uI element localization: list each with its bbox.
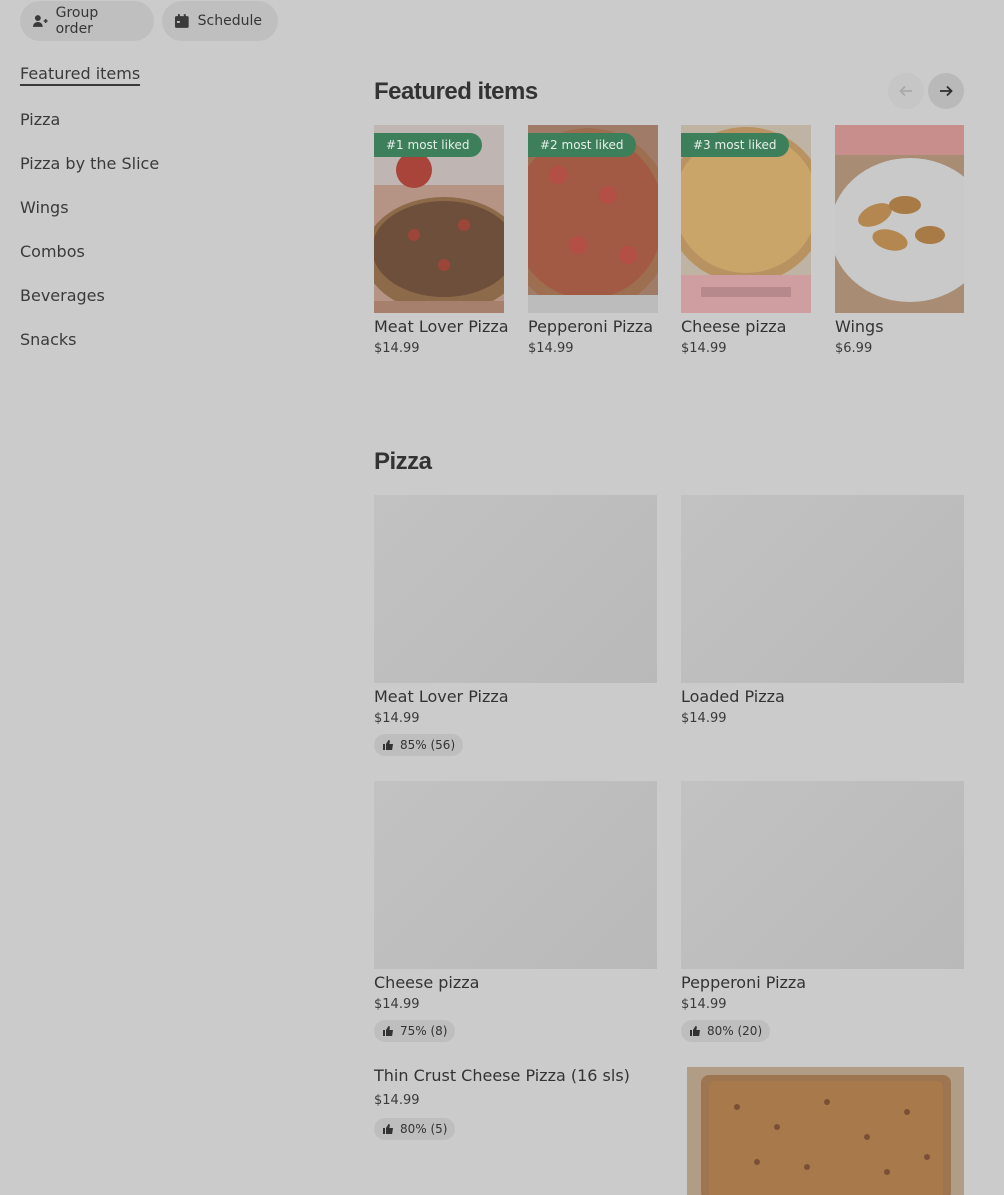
add-person-icon [32,15,48,27]
featured-item-card[interactable]: Wings $6.99 [835,125,964,356]
wings-photo [835,125,964,313]
rating-chip: 75% (8) [374,1020,456,1042]
pizza-section-title: Pizza [374,448,432,475]
menu-item-card[interactable]: Thin Crust Cheese Pizza (16 sls) $14.99 … [374,1066,674,1140]
most-liked-badge: #2 most liked [528,133,636,157]
sidebar-item-featured-items[interactable]: Featured items [20,64,141,86]
item-image-placeholder [681,781,964,969]
sidebar-item-pizza-by-the-slice[interactable]: Pizza by the Slice [20,154,159,173]
thumbs-up-icon [383,1026,393,1036]
arrow-left-icon [899,85,912,97]
item-name: Meat Lover Pizza [374,317,509,336]
item-price: $14.99 [374,711,420,726]
schedule-label: Schedule [197,13,262,29]
thin-crust-pizza-photo [687,1067,964,1195]
most-liked-badge: #1 most liked [374,133,482,157]
item-name: Pepperoni Pizza [528,317,654,336]
item-price: $14.99 [681,711,727,726]
item-name: Cheese pizza [681,317,787,336]
item-price: $14.99 [374,997,420,1012]
sidebar-item-wings[interactable]: Wings [20,198,69,217]
meat-lover-pizza-photo: #1 most liked [374,125,504,313]
item-name: Wings [835,317,884,336]
schedule-button[interactable]: Schedule [162,1,278,41]
rating-text: 75% (8) [400,1024,448,1038]
item-name: Pepperoni Pizza [681,973,807,992]
rating-chip: 80% (20) [681,1020,771,1042]
item-price: $14.99 [681,341,727,356]
item-price: $6.99 [835,341,873,356]
thumbs-up-icon [690,1026,700,1036]
calendar-icon [174,14,189,28]
carousel-prev-button[interactable] [888,73,924,109]
cheese-pizza-photo: #3 most liked [681,125,811,313]
item-price: $14.99 [681,997,727,1012]
group-order-label: Group order [55,5,99,37]
rating-text: 80% (20) [707,1024,763,1038]
sidebar-item-beverages[interactable]: Beverages [20,286,105,305]
rating-text: 85% (56) [400,738,456,752]
item-name: Thin Crust Cheese Pizza (16 sls) [374,1066,630,1085]
menu-item-card[interactable]: Pepperoni Pizza $14.99 80% (20) [681,781,964,1042]
rating-chip: 85% (56) [374,734,464,756]
group-order-button[interactable]: Group order [20,1,154,41]
rating-chip: 80% (5) [374,1118,456,1140]
sidebar-item-pizza[interactable]: Pizza [20,110,60,129]
sidebar-item-combos[interactable]: Combos [20,242,85,261]
item-price: $14.99 [374,1093,420,1108]
menu-item-card[interactable]: Cheese pizza $14.99 75% (8) [374,781,657,1042]
item-price: $14.99 [528,341,574,356]
item-image-placeholder [374,781,657,969]
featured-item-card[interactable]: #3 most liked Cheese pizza $14.99 [681,125,811,356]
carousel-next-button[interactable] [928,73,964,109]
featured-item-card[interactable]: #1 most liked Meat Lover Pizza $14.99 [374,125,509,356]
item-name: Loaded Pizza [681,687,785,706]
item-image-placeholder [374,495,657,683]
item-price: $14.99 [374,341,420,356]
rating-text: 80% (5) [400,1122,448,1136]
arrow-right-icon [940,85,953,97]
menu-item-card[interactable]: Loaded Pizza $14.99 [681,495,964,726]
item-name: Cheese pizza [374,973,480,992]
sidebar-item-snacks[interactable]: Snacks [20,330,77,349]
featured-section-title: Featured items [374,78,538,105]
most-liked-badge: #3 most liked [681,133,789,157]
menu-item-card[interactable]: Meat Lover Pizza $14.99 85% (56) [374,495,657,756]
thumbs-up-icon [383,740,393,750]
pepperoni-pizza-photo: #2 most liked [528,125,658,313]
featured-item-card[interactable]: #2 most liked Pepperoni Pizza $14.99 [528,125,658,356]
thumbs-up-icon [383,1124,393,1134]
item-name: Meat Lover Pizza [374,687,509,706]
item-image-placeholder [681,495,964,683]
